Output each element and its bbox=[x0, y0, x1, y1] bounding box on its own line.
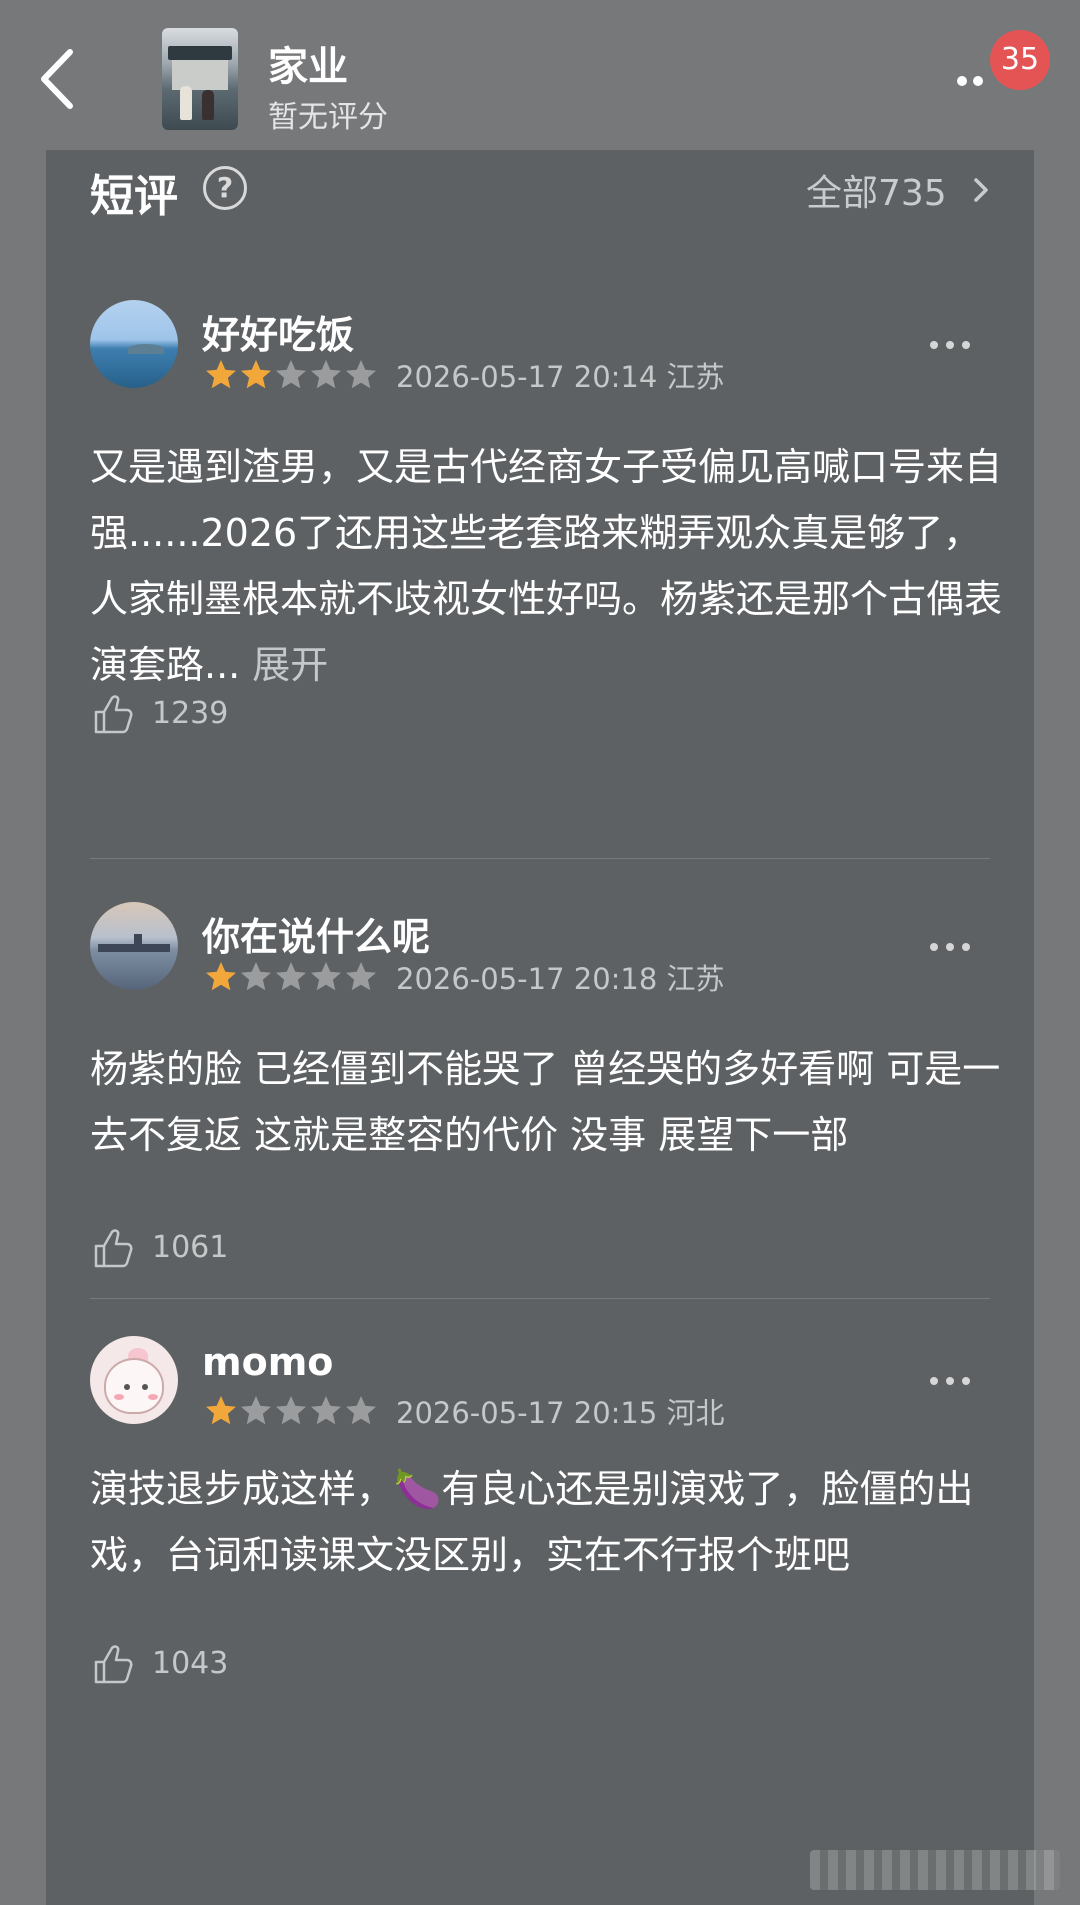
back-button[interactable] bbox=[36, 44, 86, 114]
review-text: 杨紫的脸 已经僵到不能哭了 曾经哭的多好看啊 可是一去不复返 这就是整容的代价 … bbox=[90, 1047, 1001, 1157]
avatar[interactable] bbox=[90, 1336, 178, 1424]
watermark bbox=[810, 1850, 1060, 1890]
divider bbox=[90, 858, 990, 859]
more-icon bbox=[930, 943, 938, 951]
star-icon bbox=[346, 360, 376, 389]
star-icon bbox=[206, 1396, 236, 1425]
star-icon bbox=[276, 360, 306, 389]
review-meta: 2026-05-17 20:15 河北 bbox=[396, 1396, 725, 1430]
review-more-button[interactable] bbox=[926, 330, 976, 360]
notification-badge[interactable]: 35 bbox=[990, 30, 1050, 90]
header-bar: 家业 暂无评分 35 bbox=[0, 0, 1080, 150]
show-poster[interactable] bbox=[162, 28, 238, 130]
review-meta: 2026-05-17 20:18 江苏 bbox=[396, 962, 725, 996]
show-rating-status: 暂无评分 bbox=[268, 100, 388, 135]
avatar[interactable] bbox=[90, 300, 178, 388]
all-reviews-link[interactable]: 全部735 bbox=[806, 164, 947, 216]
star-rating bbox=[204, 1394, 384, 1428]
star-icon bbox=[311, 1396, 341, 1425]
review-username[interactable]: 好好吃饭 bbox=[202, 304, 354, 359]
page: 家业 暂无评分 35 短评 ? 全部735 好好吃饭 2026-05-17 20… bbox=[0, 0, 1080, 1905]
like-button[interactable]: 1061 bbox=[90, 1224, 250, 1276]
chevron-right-icon[interactable] bbox=[966, 170, 996, 210]
short-reviews-card: 短评 ? 全部735 好好吃饭 2026-05-17 20:14 江苏 又是遇到… bbox=[46, 150, 1034, 1905]
review-item: 好好吃饭 2026-05-17 20:14 江苏 又是遇到渣男，又是古代经商女子… bbox=[46, 300, 1034, 820]
review-meta: 2026-05-17 20:14 江苏 bbox=[396, 360, 725, 394]
more-icon bbox=[930, 341, 938, 349]
like-count: 1061 bbox=[152, 1230, 229, 1265]
review-more-button[interactable] bbox=[926, 1366, 976, 1396]
thumbs-up-icon bbox=[94, 1229, 133, 1268]
star-icon bbox=[276, 1396, 306, 1425]
help-icon[interactable]: ? bbox=[203, 166, 247, 210]
chevron-left-icon bbox=[41, 49, 73, 109]
thumbs-up-icon bbox=[94, 1645, 133, 1684]
avatar[interactable] bbox=[90, 902, 178, 990]
star-icon bbox=[241, 962, 271, 991]
divider bbox=[90, 1298, 990, 1299]
like-count: 1239 bbox=[152, 696, 229, 731]
star-icon bbox=[206, 360, 236, 389]
thumbs-up-icon bbox=[94, 695, 133, 734]
star-icon bbox=[346, 962, 376, 991]
more-icon bbox=[930, 1377, 938, 1385]
review-item: 你在说什么呢 2026-05-17 20:18 江苏 杨紫的脸 已经僵到不能哭了… bbox=[46, 902, 1034, 1302]
star-icon bbox=[206, 962, 236, 991]
star-icon bbox=[241, 1396, 271, 1425]
review-username[interactable]: momo bbox=[202, 1340, 333, 1384]
review-text: 演技退步成这样，🍆有良心还是别演戏了，脸僵的出戏，台词和读课文没区别，实在不行报… bbox=[90, 1467, 974, 1577]
star-rating bbox=[204, 960, 384, 994]
star-icon bbox=[346, 1396, 376, 1425]
star-icon bbox=[241, 360, 271, 389]
review-more-button[interactable] bbox=[926, 932, 976, 962]
like-count: 1043 bbox=[152, 1646, 229, 1681]
like-button[interactable]: 1043 bbox=[90, 1640, 250, 1692]
star-icon bbox=[311, 962, 341, 991]
expand-link[interactable]: 展开 bbox=[252, 643, 328, 687]
review-text: 又是遇到渣男，又是古代经商女子受偏见高喊口号来自强......2026了还用这些… bbox=[90, 445, 1003, 687]
more-icon bbox=[957, 76, 967, 86]
review-username[interactable]: 你在说什么呢 bbox=[202, 906, 430, 961]
star-icon bbox=[311, 360, 341, 389]
show-title: 家业 bbox=[268, 44, 348, 90]
section-title: 短评 bbox=[90, 171, 178, 222]
star-icon bbox=[276, 962, 306, 991]
star-rating bbox=[204, 358, 384, 392]
review-item: momo 2026-05-17 20:15 河北 演技退步成这样，🍆有良心还是别… bbox=[46, 1336, 1034, 1756]
like-button[interactable]: 1239 bbox=[90, 690, 250, 742]
